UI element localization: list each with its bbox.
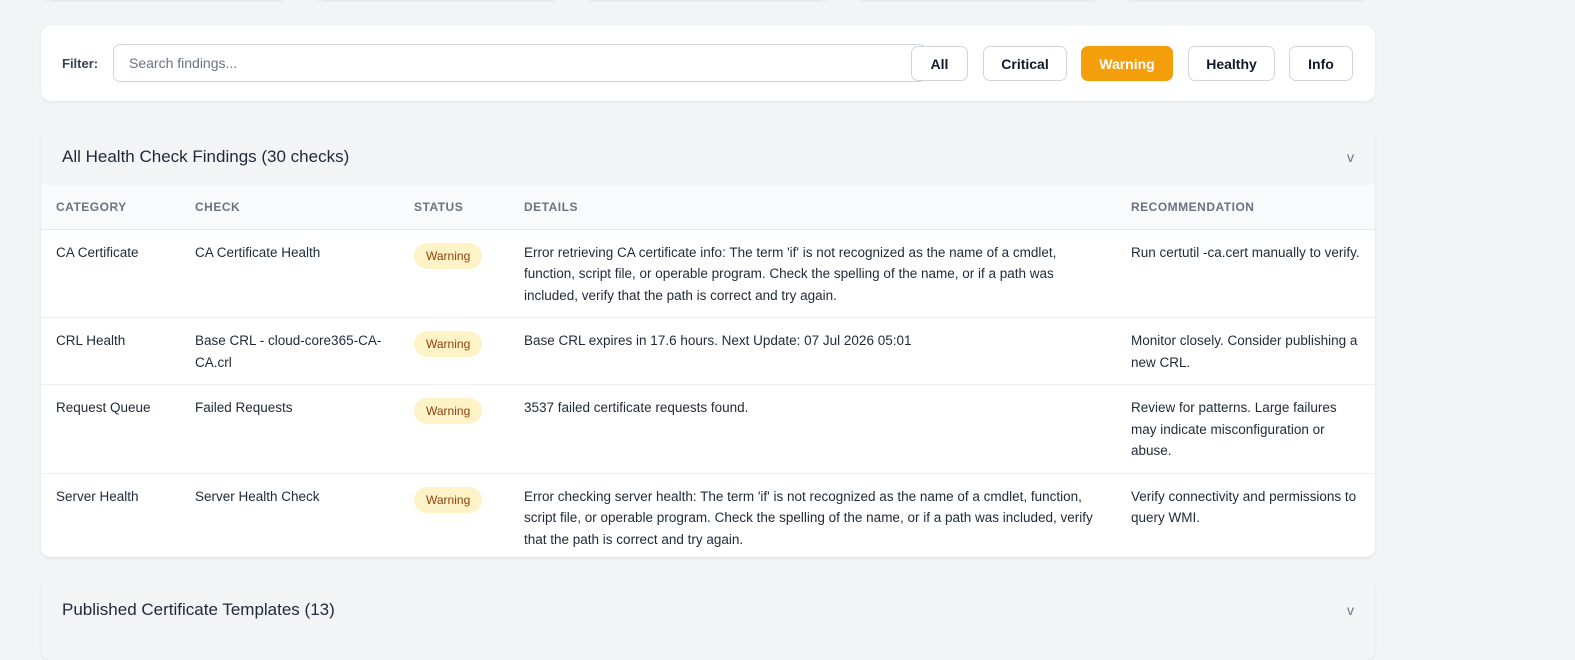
cell-category: CRL Health — [41, 317, 180, 385]
table-row: Server Health Server Health Check Warnin… — [41, 473, 1375, 557]
cell-recommendation: Run certutil -ca.cert manually to verify… — [1116, 229, 1375, 318]
cell-status: Warning — [399, 384, 509, 474]
cell-category: Server Health — [56, 488, 139, 504]
table-row: CA Certificate CA Certificate Health War… — [41, 229, 1375, 318]
search-findings-input[interactable] — [113, 44, 926, 82]
table-header-row: CATEGORY CHECK STATUS DETAILS RECOMMENDA… — [41, 185, 1375, 230]
cell-recommendation: Review for patterns. Large failures may … — [1116, 384, 1375, 474]
findings-section-title: All Health Check Findings (30 checks) — [62, 147, 350, 166]
filter-all-button[interactable]: All — [911, 46, 968, 81]
column-header-category[interactable]: CATEGORY — [41, 185, 180, 230]
cell-details: Base CRL expires in 17.6 hours. Next Upd… — [509, 317, 1116, 385]
cell-category: CA Certificate — [41, 229, 180, 318]
chevron-down-icon[interactable]: v — [1347, 149, 1354, 165]
column-header-recommendation[interactable]: RECOMMENDATION — [1116, 185, 1375, 230]
status-badge: Warning — [414, 486, 483, 513]
cell-details: Error checking server health: The term '… — [524, 488, 1093, 547]
filter-critical-button[interactable]: Critical — [983, 46, 1067, 81]
cell-status: Warning — [399, 473, 509, 557]
filter-healthy-button[interactable]: Healthy — [1188, 46, 1275, 81]
findings-section-header[interactable]: All Health Check Findings (30 checks) v — [41, 127, 1375, 185]
column-header-details[interactable]: DETAILS — [509, 185, 1116, 230]
cell-recommendation: Verify connectivity and permissions to q… — [1131, 488, 1357, 526]
filter-label: Filter: — [62, 56, 99, 71]
cell-status: Warning — [399, 229, 509, 318]
table-row: CRL Health Base CRL - cloud-core365-CA-C… — [41, 317, 1375, 385]
filter-info-button[interactable]: Info — [1289, 46, 1353, 81]
cell-details: 3537 failed certificate requests found. — [509, 384, 1116, 474]
column-header-status[interactable]: STATUS — [399, 185, 509, 230]
cell-status: Warning — [399, 317, 509, 385]
cell-check: Server Health Check — [195, 488, 320, 504]
status-badge: Warning — [414, 242, 483, 269]
status-badge: Warning — [414, 331, 483, 357]
templates-section-header[interactable]: Published Certificate Templates (13) v — [41, 580, 1375, 660]
cell-category: Request Queue — [41, 384, 180, 474]
chevron-down-icon[interactable]: v — [1347, 602, 1354, 618]
findings-section: All Health Check Findings (30 checks) v … — [41, 127, 1375, 557]
status-badge: Warning — [414, 398, 483, 424]
filter-bar: Filter: All Critical Warning Healthy Inf… — [41, 26, 1375, 101]
filter-warning-button[interactable]: Warning — [1081, 46, 1173, 81]
cell-check: CA Certificate Health — [180, 229, 399, 318]
cell-check: Base CRL - cloud-core365-CA-CA.crl — [180, 317, 399, 385]
cell-check: Failed Requests — [180, 384, 399, 474]
column-header-check[interactable]: CHECK — [180, 185, 399, 230]
cell-recommendation: Monitor closely. Consider publishing a n… — [1116, 317, 1375, 385]
templates-section-title: Published Certificate Templates (13) — [62, 600, 335, 619]
cell-details: Error retrieving CA certificate info: Th… — [509, 229, 1116, 318]
findings-table: CATEGORY CHECK STATUS DETAILS RECOMMENDA… — [41, 185, 1375, 557]
table-row: Request Queue Failed Requests Warning 35… — [41, 384, 1375, 474]
